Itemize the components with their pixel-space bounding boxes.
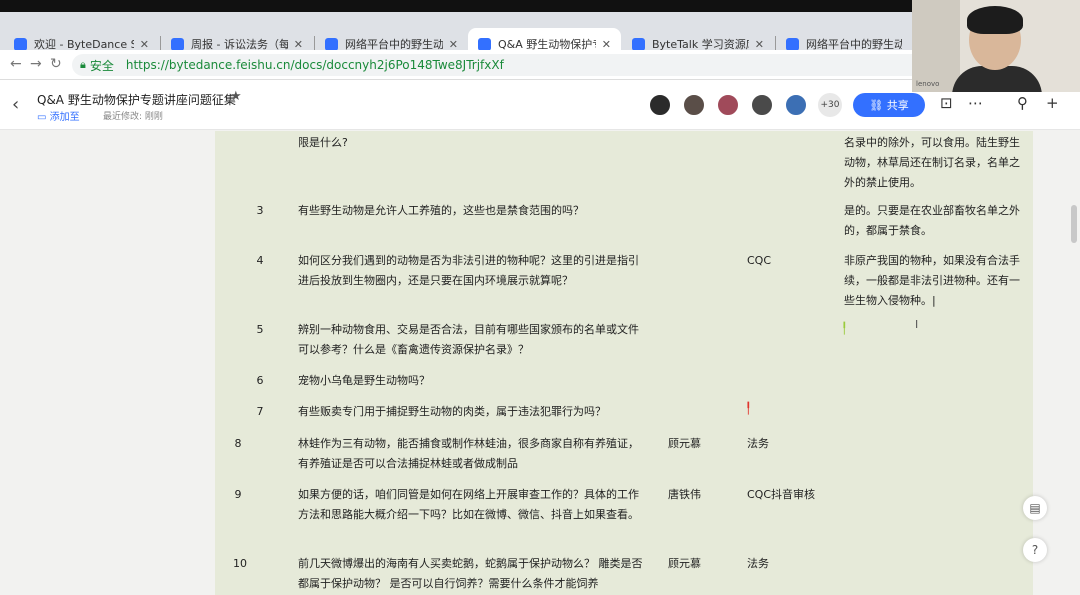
close-icon[interactable]: ✕ [449,38,458,51]
text-cursor-icon: I [915,318,919,331]
doc-icon [632,37,645,51]
right-margin [1033,131,1080,595]
feishu-icon [14,37,27,51]
doc-icon [478,37,491,51]
doc-icon [786,37,799,51]
row-number: 10 [233,557,247,570]
star-icon[interactable]: ★ [230,89,242,104]
avatar[interactable] [648,93,672,117]
tag-cell[interactable]: 法务 [747,554,837,574]
question-cell[interactable]: 如果方便的话，咱们同管是如何在网络上开展审查工作的？具体的工作方法和思路能大概介… [298,485,648,525]
question-cell[interactable]: 有些野生动物是允许人工养殖的，这些也是禁食范围的吗？ [298,201,648,221]
question-cell[interactable]: 林蛙作为三有动物，能否捕食或制作林蛙油，很多商家自称有养殖证，有养殖证是否可以合… [298,434,648,474]
back-arrow-icon[interactable]: ← [10,56,22,72]
answer-cell[interactable]: 非原产我国的物种，如果没有合法手续，一般都是非法引进物种。还有一些生物入侵物种。… [844,251,1024,311]
row-number: 5 [256,323,264,336]
doc-table: 限是什么? 名录中的除外，可以食用。陆生野生动物，林草局还在制订名录，名单之外的… [215,131,1033,595]
doc-icon [325,37,338,51]
left-gutter [0,131,215,595]
row-number: 6 [256,374,264,387]
close-icon[interactable]: ✕ [602,38,611,51]
monitor-brand-label: lenovo [916,80,940,88]
more-icon[interactable]: ⋯ [968,94,983,112]
secure-label: 安全 [89,58,114,73]
row-number: 9 [234,488,242,501]
answer-cell[interactable]: 名录中的除外，可以食用。陆生野生动物，林草局还在制订名录，名单之外的禁止使用。 [844,133,1024,193]
webcam-overlay: lenovo [912,0,1080,92]
cursor-flag-icon: ╿ [841,322,848,335]
share-button[interactable]: ⛓︎ 共享 [853,93,925,117]
tag-cell[interactable]: CQC [747,251,837,271]
question-cell[interactable]: 宠物小乌龟是野生动物吗？ [298,371,648,391]
question-cell[interactable]: 前几天微博爆出的海南有人买卖蛇鹅，蛇鹅属于保护动物么？ 雕类是否都属于保护动物？… [298,554,648,594]
row-number: 8 [234,437,242,450]
scrollbar-thumb[interactable] [1071,205,1077,243]
present-icon[interactable]: ⊡ [940,94,953,112]
last-modified: 最近修改: 刚刚 [103,112,163,122]
back-chevron-icon[interactable]: ‹ [12,94,19,115]
question-cell[interactable]: 如何区分我们遇到的动物是否为非法引进的物种呢？这里的引进是指引进后投放到生物圈内… [298,251,648,291]
folder-label: 添加至 [49,112,80,123]
webcam-monitor [912,0,960,92]
row-number: 4 [256,254,264,267]
lock-icon: 🔒︎ [80,58,86,71]
question-cell[interactable]: 有些贩卖专门用于捕捉野生动物的肉类，属于违法犯罪行为吗？ [298,402,648,422]
row-number: 3 [256,204,264,217]
avatar[interactable] [750,93,774,117]
add-icon[interactable]: + [1046,94,1059,112]
owner-cell[interactable]: 唐铁伟 [668,485,738,505]
collaborator-count[interactable]: +30 [818,93,842,117]
folder-icon: ▭ [37,112,50,123]
comment-icon[interactable]: ▤ [1023,496,1047,520]
tag-cell[interactable]: 法务 [747,434,837,454]
help-icon[interactable]: ? [1023,538,1047,562]
question-cell[interactable]: 限是什么? [298,133,648,153]
search-icon[interactable]: ⚲ [1017,94,1028,112]
comment-marker-icon[interactable]: ╿ [745,402,752,415]
webcam-person-hair [967,6,1023,34]
link-icon: ⛓︎ [869,98,887,112]
close-icon[interactable]: ✕ [294,38,303,51]
question-cell[interactable]: 辨别一种动物食用、交易是否合法，目前有哪些国家颁布的名单或文件可以参考？什么是《… [298,320,648,360]
share-label: 共享 [886,99,909,112]
close-icon[interactable]: ✕ [140,38,149,51]
avatar[interactable] [682,93,706,117]
avatar[interactable] [784,93,808,117]
url-text: https://bytedance.feishu.cn/docs/doccnyh… [125,58,504,72]
add-to-folder-button[interactable]: ▭ 添加至 [37,108,80,123]
close-icon[interactable]: ✕ [755,38,764,51]
avatar[interactable] [716,93,740,117]
owner-cell[interactable]: 顾元慕 [668,434,738,454]
owner-cell[interactable]: 顾元慕 [668,554,738,574]
row-number: 7 [256,405,264,418]
doc-icon [171,37,184,51]
answer-cell[interactable]: 是的。只要是在农业部畜牧名单之外的，都属于禁食。 [844,201,1024,241]
doc-title[interactable]: Q&A 野生动物保护专题讲座问题征集 [37,91,236,108]
forward-arrow-icon[interactable]: → [30,56,42,72]
screen: 欢迎 - ByteDance SSO ✕ 周报 - 诉讼法务（每周三… ✕ 网络… [0,0,1080,595]
reload-icon[interactable]: ↻ [50,56,62,72]
tag-cell[interactable]: CQC抖音审核 [747,485,837,505]
